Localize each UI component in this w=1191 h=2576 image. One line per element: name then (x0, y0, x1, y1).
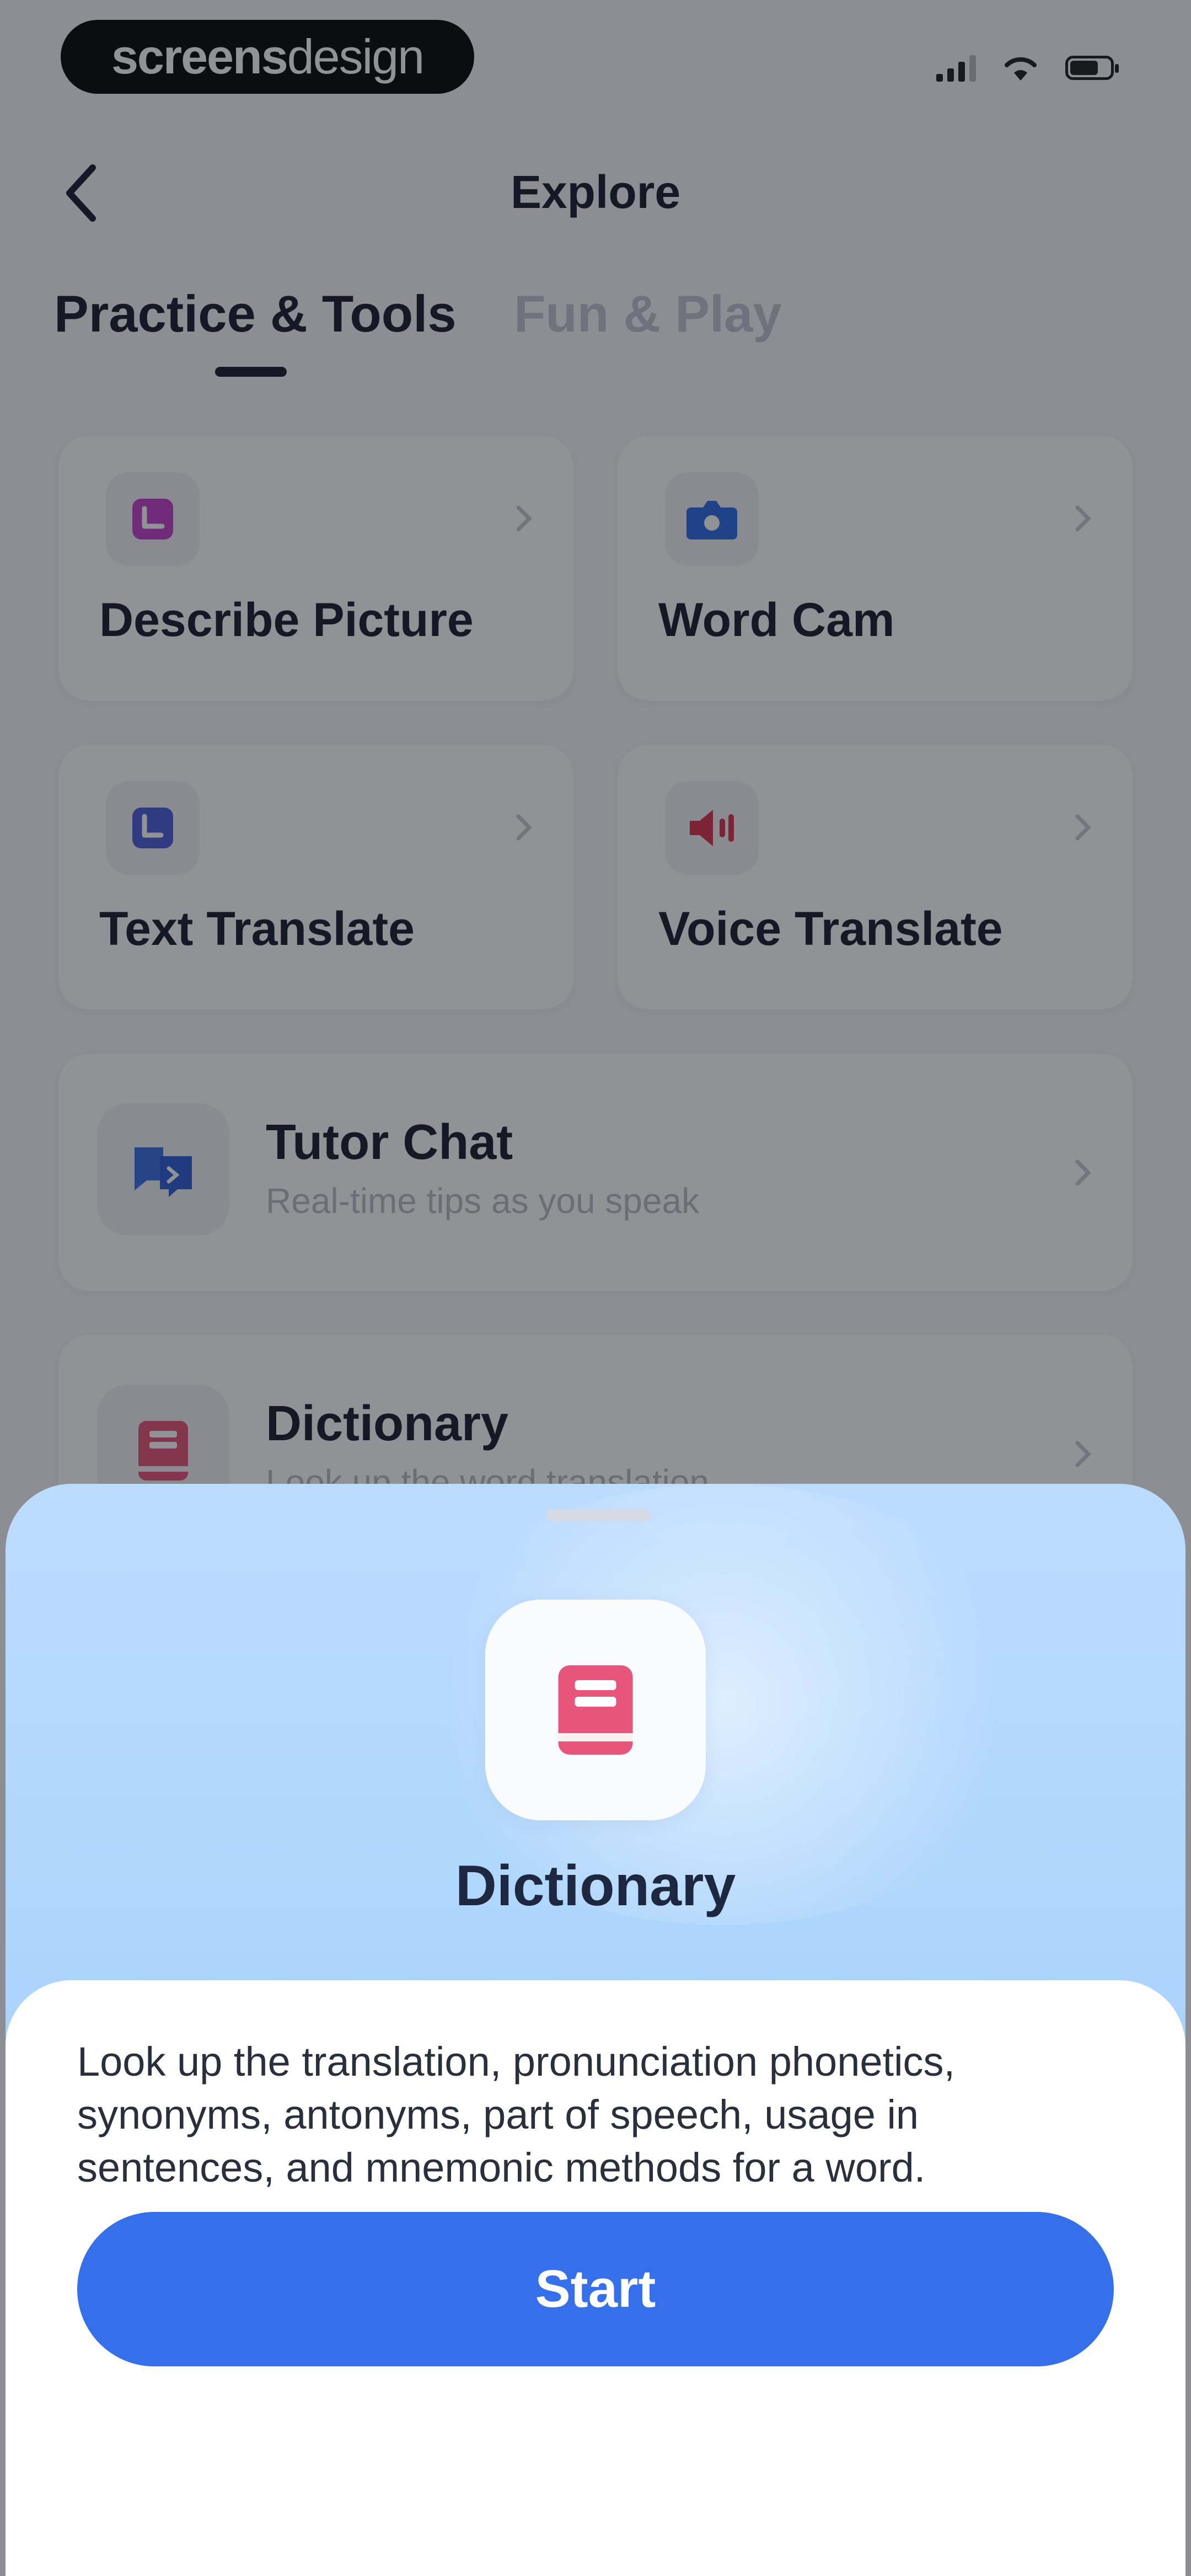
dictionary-bottom-sheet: Dictionary Look up the translation, pron… (6, 1484, 1185, 2576)
book-icon (558, 1665, 633, 1755)
start-button[interactable]: Start (77, 2212, 1114, 2366)
sheet-content: Look up the translation, pronunciation p… (6, 1980, 1185, 2576)
sheet-description: Look up the translation, pronunciation p… (77, 2039, 956, 2190)
sheet-grabber[interactable] (546, 1509, 651, 1521)
sheet-title: Dictionary (455, 1854, 736, 1918)
dictionary-icon-tile (485, 1600, 706, 1820)
